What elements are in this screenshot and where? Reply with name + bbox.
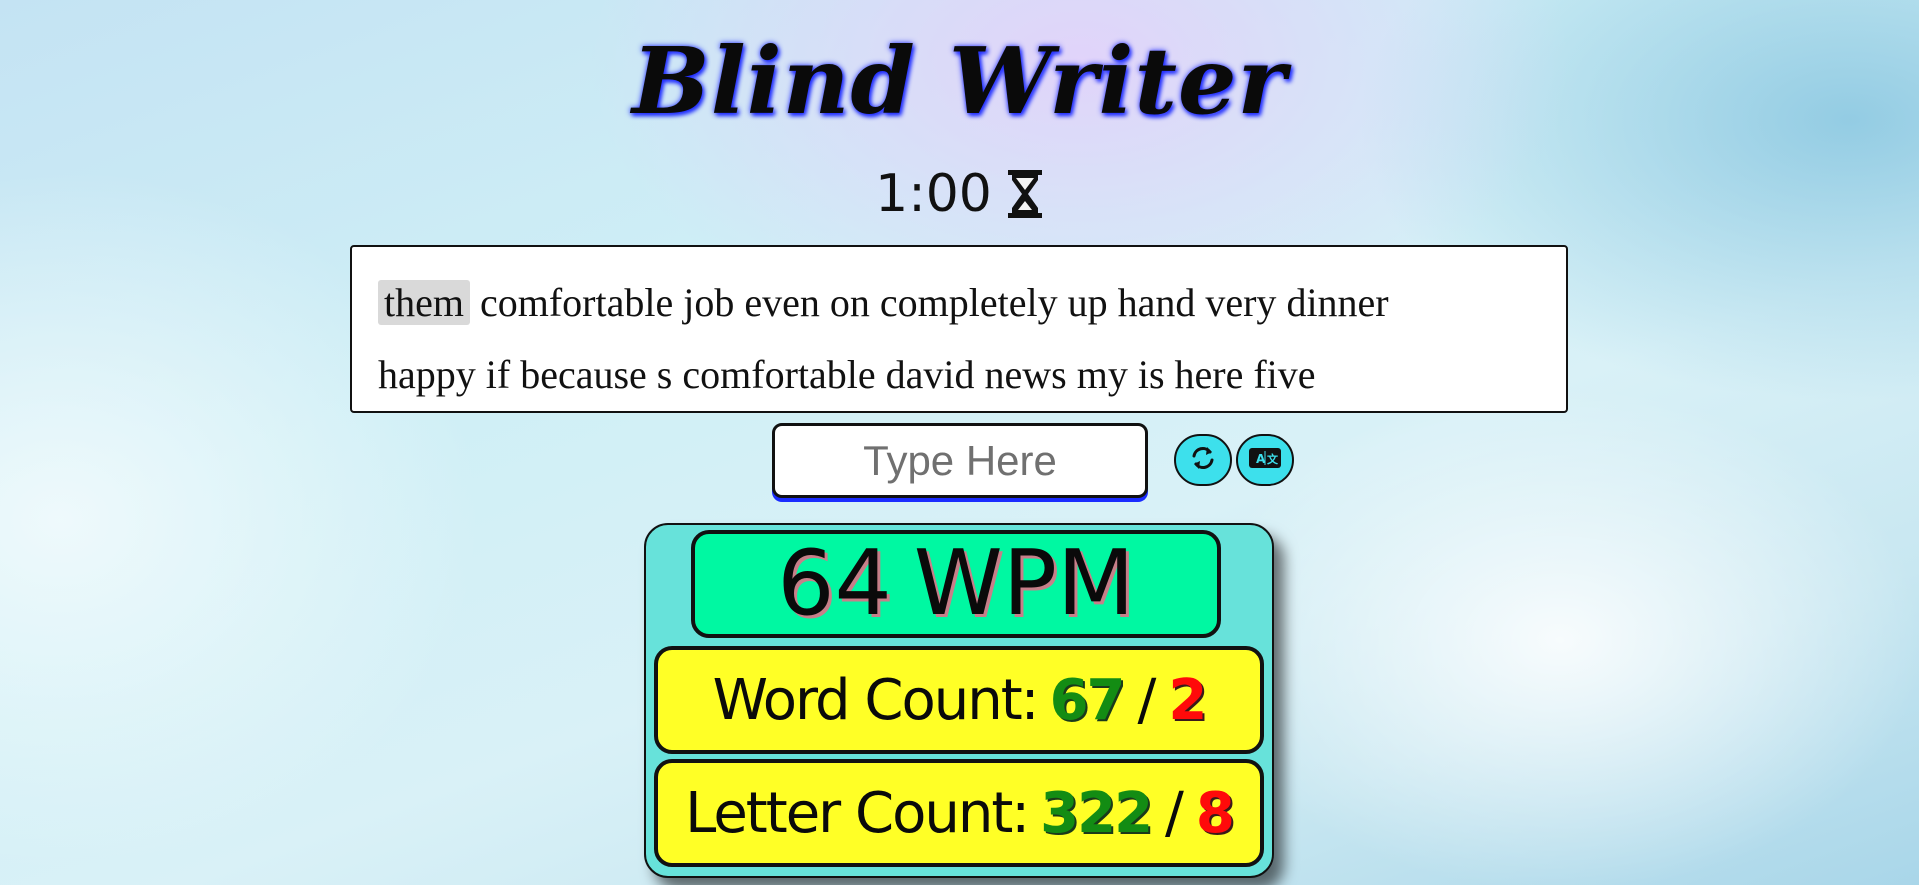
- passage-word: completely: [879, 280, 1058, 325]
- stats-panel: 64 WPM Word Count: 67 / 2 Letter Count: …: [644, 523, 1274, 878]
- passage-line-2: happy if because s comfortable david new…: [378, 352, 1316, 397]
- word-count-separator: /: [1137, 667, 1157, 733]
- timer: 1:00: [0, 164, 1919, 224]
- word-count-label: Word Count:: [712, 667, 1040, 733]
- passage-word: hand: [1117, 280, 1196, 325]
- wpm-value: 64: [777, 531, 892, 636]
- wpm-display: 64 WPM: [691, 530, 1221, 638]
- passage-word: my: [1076, 352, 1128, 397]
- letter-correct-count: 322: [1040, 780, 1153, 846]
- word-wrong-count: 2: [1168, 667, 1207, 733]
- passage-word: if: [485, 352, 511, 397]
- timer-value: 1:00: [875, 164, 992, 224]
- passage-word: because: [520, 352, 647, 397]
- passage-word: job: [683, 280, 735, 325]
- hourglass-icon: [1006, 168, 1044, 220]
- app-title: Blind Writer: [631, 27, 1287, 135]
- passage-word: comfortable: [682, 352, 876, 397]
- language-icon: A 文: [1248, 445, 1282, 475]
- typing-input[interactable]: [772, 423, 1148, 498]
- passage-word: up: [1067, 280, 1108, 325]
- passage-word: happy: [378, 352, 476, 397]
- passage-word: s: [656, 352, 673, 397]
- passage-word: here: [1174, 352, 1244, 397]
- restart-button[interactable]: [1174, 434, 1232, 486]
- passage-word: very: [1205, 280, 1277, 325]
- language-button[interactable]: A 文: [1236, 434, 1294, 486]
- passage-word: comfortable: [479, 280, 674, 325]
- letter-wrong-count: 8: [1195, 780, 1235, 846]
- passage-word: david: [885, 352, 975, 397]
- letter-count-label: Letter Count:: [685, 780, 1030, 846]
- current-word: them: [378, 280, 470, 325]
- letter-count-separator: /: [1165, 780, 1184, 846]
- passage-word: five: [1253, 352, 1316, 397]
- text-passage: them comfortable job even on completely …: [350, 245, 1568, 413]
- wpm-unit: WPM: [913, 531, 1135, 636]
- svg-text:文: 文: [1267, 452, 1279, 466]
- word-correct-count: 67: [1049, 667, 1126, 733]
- word-count-box: Word Count: 67 / 2: [654, 646, 1264, 754]
- passage-line-1: comfortable job even on completely up ha…: [480, 280, 1389, 325]
- passage-word: even: [744, 280, 820, 325]
- passage-word: news: [984, 352, 1067, 397]
- repeat-icon: [1188, 443, 1218, 477]
- passage-word: dinner: [1286, 280, 1389, 325]
- letter-count-box: Letter Count: 322 / 8: [654, 759, 1264, 867]
- passage-word: is: [1137, 352, 1165, 397]
- passage-word: on: [829, 280, 870, 325]
